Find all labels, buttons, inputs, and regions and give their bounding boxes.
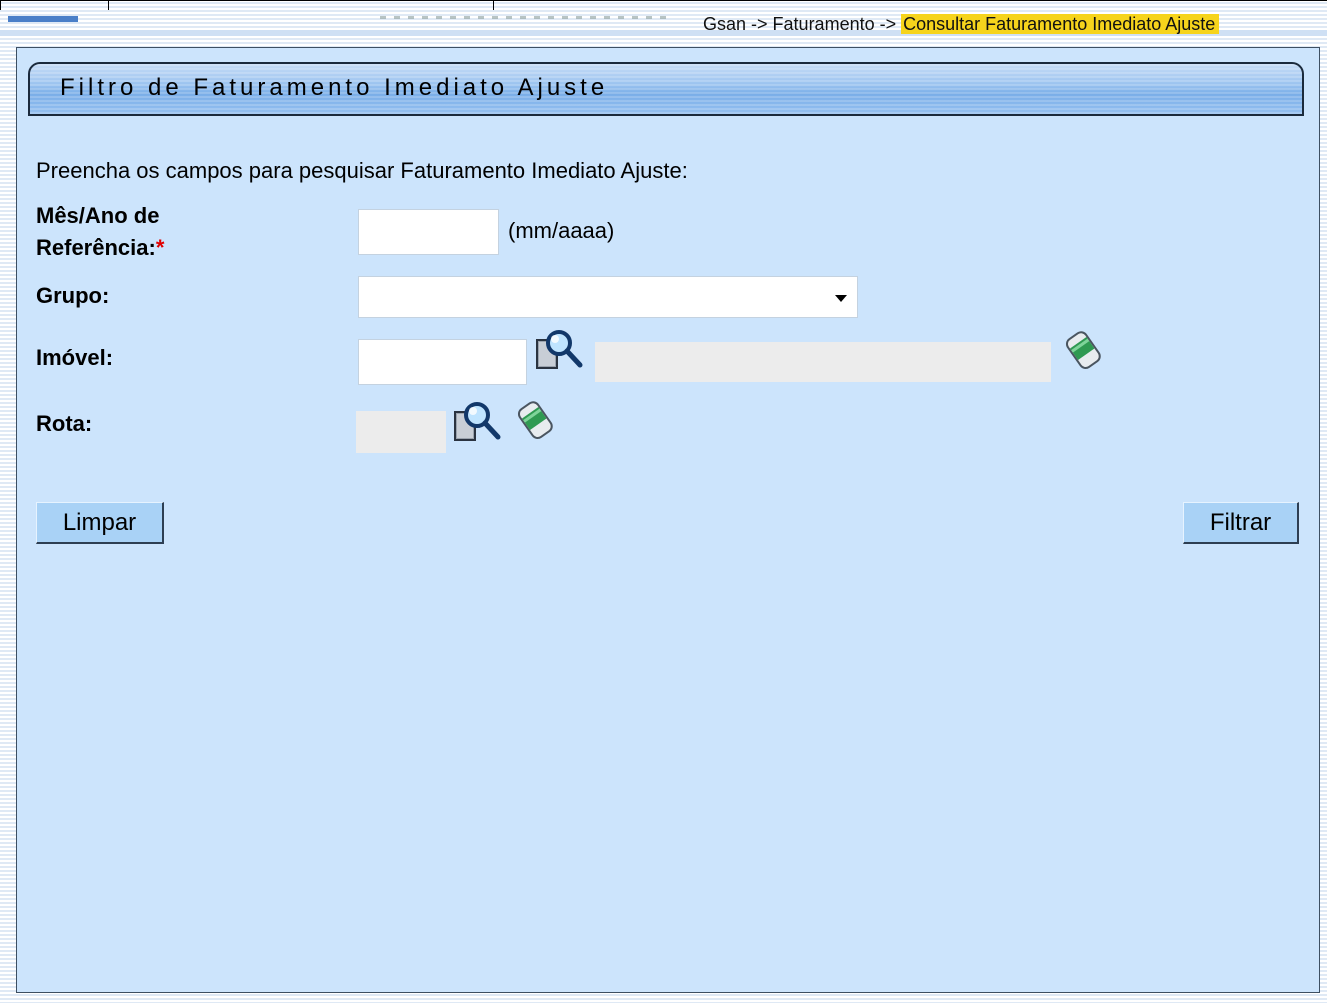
mes-ano-label-line1: Mês/Ano de — [36, 203, 160, 228]
form-title: Filtro de Faturamento Imediato Ajuste — [60, 74, 609, 101]
breadcrumb: Gsan -> Faturamento -> Consultar Faturam… — [703, 12, 1220, 36]
chevron-down-icon[interactable] — [835, 295, 847, 302]
grupo-select[interactable] — [358, 276, 858, 318]
imovel-eraser-icon[interactable] — [1060, 326, 1110, 372]
rota-eraser-icon[interactable] — [512, 396, 562, 442]
imovel-input[interactable] — [358, 339, 527, 385]
limpar-button[interactable]: Limpar — [36, 502, 164, 544]
breadcrumb-current: Consultar Faturamento Imediato Ajuste — [901, 14, 1220, 34]
rota-search-icon[interactable] — [452, 398, 502, 444]
breadcrumb-section[interactable]: Faturamento — [773, 14, 875, 34]
required-marker: * — [155, 235, 165, 260]
top-border — [0, 0, 1327, 1]
rota-input[interactable] — [356, 411, 446, 453]
mes-ano-label-line2: Referência: — [36, 235, 156, 260]
imovel-label: Imóvel: — [36, 345, 114, 370]
filtrar-button[interactable]: Filtrar — [1183, 502, 1299, 544]
mes-ano-label: Mês/Ano de Referência:* — [36, 200, 164, 264]
rota-label: Rota: — [36, 411, 93, 436]
breadcrumb-separator: -> — [746, 14, 773, 34]
divider — [108, 0, 109, 10]
form-instructions: Preencha os campos para pesquisar Fatura… — [36, 158, 688, 183]
breadcrumb-root[interactable]: Gsan — [703, 14, 746, 34]
divider — [0, 0, 1, 10]
header-decoration — [380, 16, 670, 19]
imovel-search-icon[interactable] — [534, 326, 584, 372]
grupo-label: Grupo: — [36, 283, 110, 308]
breadcrumb-separator: -> — [874, 14, 902, 34]
mes-ano-format-hint: (mm/aaaa) — [508, 218, 615, 243]
imovel-description-field — [595, 342, 1051, 382]
divider — [493, 0, 494, 10]
form-panel — [16, 47, 1320, 993]
header-accent — [8, 16, 78, 22]
mes-ano-input[interactable] — [358, 209, 499, 255]
